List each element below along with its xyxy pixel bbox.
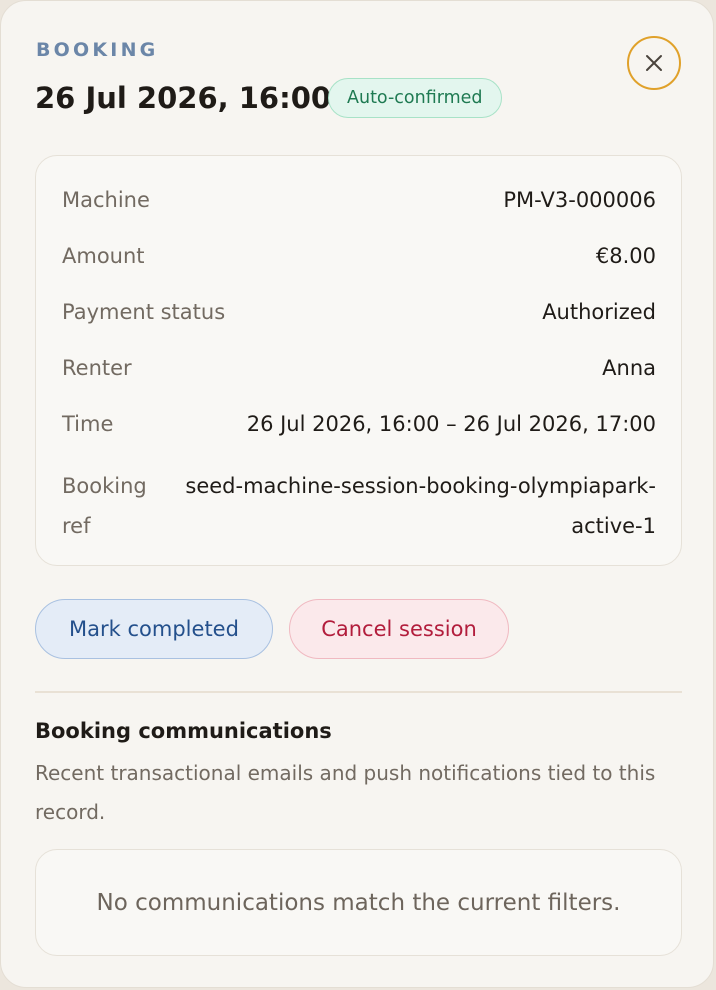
booking-datetime-title: 26 Jul 2026, 16:00	[35, 81, 332, 115]
communications-title: Booking communications	[35, 719, 332, 743]
section-divider	[35, 691, 682, 693]
booking-ref-label: Booking ref	[62, 474, 147, 538]
renter-value: Anna	[602, 356, 656, 380]
machine-label: Machine	[62, 188, 150, 212]
payment-status-value: Authorized	[542, 300, 656, 324]
close-button[interactable]	[627, 36, 681, 90]
cancel-session-button[interactable]: Cancel session	[289, 599, 509, 659]
time-value: 26 Jul 2026, 16:00 – 26 Jul 2026, 17:00	[246, 412, 656, 436]
mark-completed-button[interactable]: Mark completed	[35, 599, 273, 659]
section-eyebrow: BOOKING	[36, 39, 159, 61]
renter-label: Renter	[62, 356, 132, 380]
close-icon	[646, 55, 662, 71]
communications-empty-state: No communications match the current filt…	[35, 849, 682, 956]
machine-value: PM-V3-000006	[503, 188, 656, 212]
booking-panel: BOOKING 26 Jul 2026, 16:00 Auto-confirme…	[0, 0, 714, 988]
communications-description: Recent transactional emails and push not…	[35, 761, 656, 824]
status-badge: Auto-confirmed	[328, 78, 502, 118]
payment-status-label: Payment status	[62, 300, 226, 324]
time-label: Time	[62, 412, 114, 436]
booking-details-card: Machine PM-V3-000006 Amount €8.00 Paymen…	[35, 155, 682, 566]
amount-value: €8.00	[595, 244, 656, 268]
empty-state-message: No communications match the current filt…	[96, 889, 621, 916]
booking-ref-value: seed-machine-session-booking-olympiapark…	[185, 474, 656, 538]
amount-label: Amount	[62, 244, 145, 268]
